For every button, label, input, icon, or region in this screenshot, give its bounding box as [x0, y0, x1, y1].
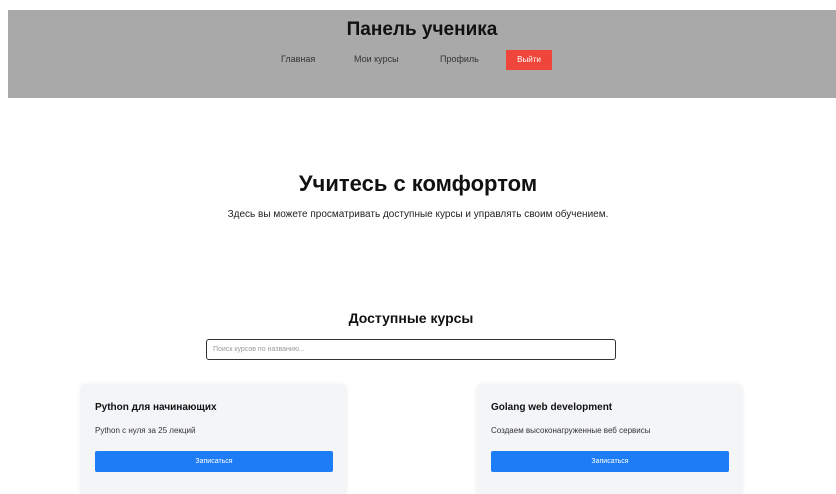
logout-button[interactable]: Выйти: [506, 50, 552, 70]
main-nav: Главная Мои курсы Профиль Выйти: [8, 50, 836, 70]
nav-link-home[interactable]: Главная: [281, 54, 315, 64]
hero-description: Здесь вы можете просматривать доступные …: [227, 209, 609, 220]
courses-section-title: Доступные курсы: [348, 310, 474, 326]
course-description: Создаем высоконагруженные веб сервисы: [491, 426, 651, 435]
top-header: Панель ученика Главная Мои курсы Профиль…: [8, 10, 836, 98]
course-description: Python с нуля за 25 лекций: [95, 426, 196, 435]
course-name: Python для начинающих: [95, 402, 217, 413]
nav-link-profile[interactable]: Профиль: [440, 54, 479, 64]
nav-link-my-courses[interactable]: Мои курсы: [354, 54, 399, 64]
page-title: Панель ученика: [346, 19, 498, 40]
course-card: Python для начинающих Python с нуля за 2…: [81, 384, 346, 494]
course-card: Golang web development Создаем высоконаг…: [477, 384, 742, 494]
course-name: Golang web development: [491, 402, 613, 413]
enroll-button[interactable]: Записаться: [491, 451, 729, 472]
course-search-input[interactable]: [206, 339, 616, 360]
enroll-button[interactable]: Записаться: [95, 451, 333, 472]
hero-title: Учитесь с комфортом: [298, 171, 538, 196]
